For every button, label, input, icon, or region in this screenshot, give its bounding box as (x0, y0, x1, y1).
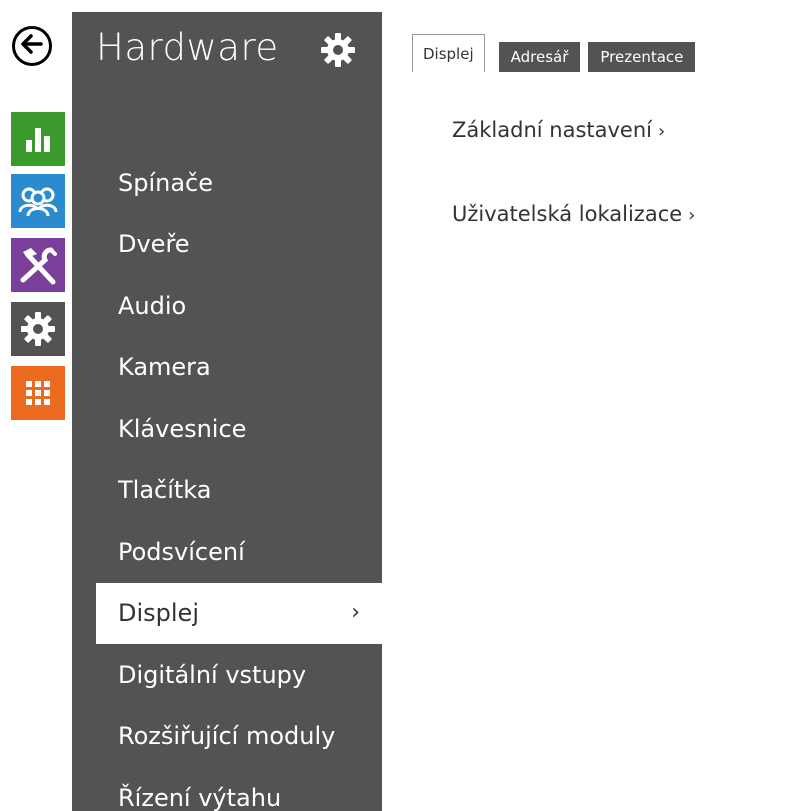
settings-links: Základní nastavení › Uživatelská lokaliza… (452, 118, 695, 286)
gear-icon (20, 311, 56, 347)
grid-icon (24, 379, 52, 407)
back-button[interactable] (12, 26, 52, 66)
page: Hardware Spínače Dveře Audio Kamera Kláv… (0, 0, 789, 811)
sidebar-item-dvere[interactable]: Dveře (72, 214, 382, 276)
directory-tile[interactable] (11, 174, 65, 228)
sidebar-item-label: Řízení výtahu (118, 783, 282, 811)
sidebar-item-spinace[interactable]: Spínače (72, 152, 382, 214)
sidebar: Hardware Spínače Dveře Audio Kamera Kláv… (72, 12, 382, 811)
status-tile[interactable] (11, 112, 65, 166)
sidebar-title: Hardware (96, 26, 279, 69)
sidebar-item-kamera[interactable]: Kamera (72, 337, 382, 399)
tab-prezentace[interactable]: Prezentace (588, 42, 696, 72)
main-content: Displej Adresář Prezentace Základní nast… (412, 0, 789, 811)
sidebar-item-label: Spínače (118, 168, 214, 197)
sidebar-item-label: Digitální vstupy (118, 660, 307, 689)
sidebar-item-podsviceni[interactable]: Podsvícení (72, 521, 382, 583)
link-uzivatelska-lokalizace[interactable]: Uživatelská lokalizace › (452, 202, 695, 226)
sidebar-item-displej[interactable]: Displej › (96, 582, 382, 644)
hardware-tile[interactable] (11, 302, 65, 356)
sidebar-item-label: Rozšiřující moduly (118, 722, 336, 751)
icon-rail (0, 0, 70, 811)
sidebar-item-label: Audio (118, 291, 187, 320)
link-zakladni-nastaveni[interactable]: Základní nastavení › (452, 118, 695, 142)
chevron-right-icon: › (657, 121, 666, 142)
sidebar-item-label: Podsvícení (118, 537, 245, 566)
services-tile[interactable] (11, 238, 65, 292)
bar-chart-icon (23, 124, 53, 154)
link-label: Základní nastavení (452, 118, 652, 142)
tab-bar: Displej Adresář Prezentace (412, 34, 703, 72)
sidebar-item-label: Dveře (118, 230, 190, 259)
sidebar-item-label: Klávesnice (118, 414, 247, 443)
arrow-left-icon (21, 34, 43, 58)
tab-displej[interactable]: Displej (412, 34, 485, 72)
sidebar-item-audio[interactable]: Audio (72, 275, 382, 337)
sidebar-item-label: Tlačítka (118, 476, 212, 505)
tab-adresar[interactable]: Adresář (498, 42, 581, 72)
sidebar-item-klavesnice[interactable]: Klávesnice (72, 398, 382, 460)
gear-icon (320, 32, 356, 68)
sidebar-item-rizeni-vytahu[interactable]: Řízení výtahu (72, 767, 382, 811)
sidebar-item-label: Displej (118, 599, 199, 628)
chevron-right-icon: › (351, 600, 360, 626)
users-icon (18, 184, 58, 218)
sidebar-item-tlacitka[interactable]: Tlačítka (72, 460, 382, 522)
sidebar-item-rozsirujici-moduly[interactable]: Rozšiřující moduly (72, 706, 382, 768)
sidebar-item-label: Kamera (118, 353, 211, 382)
link-label: Uživatelská lokalizace (452, 202, 683, 226)
system-tile[interactable] (11, 366, 65, 420)
sidebar-item-digitalni-vstupy[interactable]: Digitální vstupy (72, 644, 382, 706)
chevron-right-icon: › (688, 205, 696, 226)
sidebar-menu: Spínače Dveře Audio Kamera Klávesnice Tl… (72, 152, 382, 811)
tools-icon (17, 244, 59, 286)
